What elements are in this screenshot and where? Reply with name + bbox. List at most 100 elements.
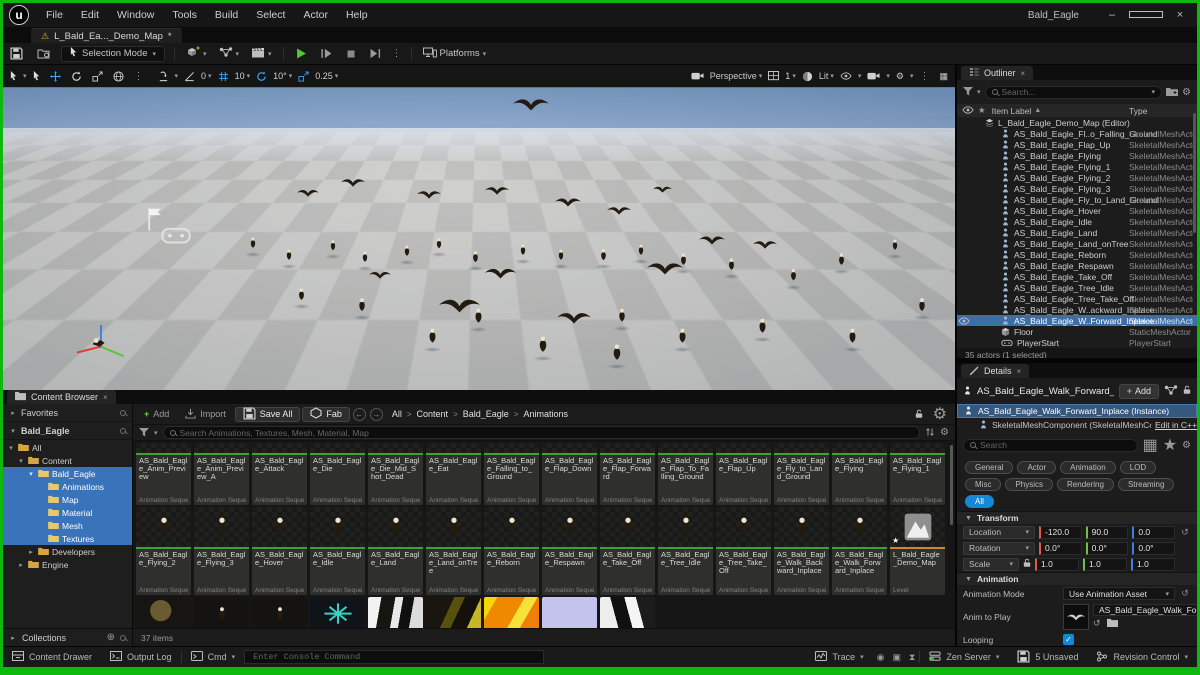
outliner-row[interactable]: AS_Bald_Eagle_Flying_2SkeletalMeshActor — [957, 172, 1197, 183]
outliner-scrollbar[interactable] — [1193, 113, 1196, 233]
filter-chip-misc[interactable]: Misc — [965, 478, 1001, 491]
asset-tile[interactable]: AS_Bald_Eagle_Tree_Take_OffAnimation Seq… — [716, 507, 771, 595]
revision-control-dropdown[interactable]: Revision Control▾ — [1087, 651, 1197, 664]
asset-tile[interactable]: AS_Bald_Eagle_Walk_Backward_InplaceAnima… — [774, 507, 829, 595]
outliner-row[interactable]: AS_Bald_Eagle_LandSkeletalMeshActor — [957, 227, 1197, 238]
location-z-field[interactable]: 0.0 — [1132, 526, 1175, 539]
view-mode-dropdown[interactable]: Lit — [819, 71, 829, 81]
asset-tile[interactable]: AS_Bald_Eagle_Flap_UpAnimation Sequence — [716, 443, 771, 505]
outliner-row[interactable]: L_Bald_Eagle_Demo_Map (Editor) — [957, 117, 1197, 128]
details-tab[interactable]: Details × — [961, 364, 1029, 378]
asset-tile[interactable]: ★L_Bald_Eagle_Demo_MapLevel — [890, 507, 945, 595]
viewport-layout-icon[interactable] — [764, 71, 783, 80]
looping-checkbox[interactable]: ✓ — [1063, 634, 1074, 645]
sort-icon[interactable] — [925, 424, 935, 442]
scale-x-field[interactable]: 1.0 — [1035, 558, 1079, 571]
outliner-row[interactable]: AS_Bald_Eagle_FlyingSkeletalMeshActor — [957, 150, 1197, 161]
menu-file[interactable]: File — [37, 9, 72, 21]
outliner-row[interactable]: PlayerStartPlayerStart — [957, 337, 1197, 348]
favorites-section[interactable]: ▸ Favorites — [3, 404, 132, 422]
snap-offset-icon[interactable] — [180, 71, 199, 82]
asset-tile[interactable]: AS_Bald_Eagle_Flying_1Animation Sequence — [890, 443, 945, 505]
menu-build[interactable]: Build — [206, 9, 247, 21]
world-space-icon[interactable] — [109, 71, 128, 82]
outliner-column-header[interactable]: ★ Item Label ▲ Type — [957, 104, 1197, 117]
asset-search-box[interactable] — [163, 426, 921, 439]
show-flags-eye-icon[interactable] — [836, 72, 856, 80]
add-collection-icon[interactable]: ⊕ — [107, 632, 115, 643]
browse-to-asset-icon[interactable] — [1107, 618, 1118, 629]
content-icon[interactable] — [30, 48, 57, 59]
viewport-settings-gear-icon[interactable]: ⚙ — [892, 71, 908, 82]
scale-dropdown[interactable]: Scale▾ — [963, 558, 1019, 571]
transform-section-header[interactable]: ▼Transform — [957, 511, 1197, 524]
save-icon[interactable] — [3, 47, 30, 60]
surface-snap-icon[interactable] — [154, 71, 173, 82]
visibility-eye-icon[interactable] — [962, 106, 974, 116]
animation-section-header[interactable]: ▼Animation — [957, 572, 1197, 585]
asset-tile[interactable] — [252, 597, 307, 628]
asset-tile[interactable] — [136, 597, 191, 628]
platforms-dropdown[interactable]: Platforms ▾ — [417, 47, 493, 61]
anim-asset-dropdown[interactable]: AS_Bald_Eagle_Walk_For▾ — [1093, 604, 1197, 616]
location-dropdown[interactable]: Location▾ — [963, 526, 1035, 539]
asset-tile[interactable]: AS_Bald_Eagle_Flap_DownAnimation Sequenc… — [542, 443, 597, 505]
blueprint-icon[interactable] — [1164, 382, 1178, 400]
asset-tile[interactable]: AS_Bald_Eagle_AttackAnimation Sequence — [252, 443, 307, 505]
outliner-row[interactable]: FloorStaticMeshActor — [957, 326, 1197, 337]
viewport-mode-icon[interactable] — [6, 71, 21, 82]
filter-chip-general[interactable]: General — [965, 461, 1013, 474]
asset-tile[interactable]: AS_Bald_Eagle_HoverAnimation Sequence — [252, 507, 307, 595]
animation-mode-dropdown[interactable]: Use Animation Asset▾ — [1063, 587, 1175, 600]
asset-tile[interactable] — [310, 597, 365, 628]
details-search-box[interactable] — [963, 439, 1138, 452]
location-y-field[interactable]: 90.0 — [1086, 526, 1129, 539]
component-row[interactable]: SkeletalMeshComponent (SkeletalMeshCompo… — [957, 418, 1197, 432]
close-button[interactable]: × — [1163, 9, 1197, 21]
menu-tools[interactable]: Tools — [163, 9, 206, 21]
add-actor-dropdown[interactable]: ▾ — [180, 46, 213, 61]
cmd-dropdown[interactable]: Cmd▾ — [182, 647, 245, 667]
scale-lock-icon[interactable] — [1023, 558, 1031, 570]
rotate-tool-icon[interactable] — [67, 71, 86, 82]
filter-chip-all[interactable]: All — [965, 495, 994, 508]
asset-tile[interactable]: AS_Bald_Eagle_Fly_to_Land_GroundAnimatio… — [774, 443, 829, 505]
use-selected-icon[interactable]: ↺ — [1093, 618, 1101, 629]
hourglass-icon[interactable]: ⧗ — [905, 652, 919, 663]
folder-item-bald_eagle[interactable]: ▾Bald_Eagle — [3, 467, 132, 480]
fab-button[interactable]: Fab — [302, 407, 350, 422]
view-settings-gear-icon[interactable]: ⚙ — [940, 427, 949, 438]
rotation-snap-icon[interactable] — [252, 71, 271, 82]
asset-tile[interactable]: AS_Bald_Eagle_Tree_IdleAnimation Sequenc… — [658, 507, 713, 595]
filter-chip-lod[interactable]: LOD — [1120, 461, 1156, 474]
asset-tile[interactable]: AS_Bald_Eagle_IdleAnimation Sequence — [310, 507, 365, 595]
asset-tile[interactable]: AS_Bald_Eagle_RebornAnimation Sequence — [484, 507, 539, 595]
play-from-here-button[interactable] — [314, 48, 339, 59]
lock-icon[interactable] — [911, 409, 927, 419]
select-tool-icon[interactable] — [29, 71, 44, 82]
screenshot-icon[interactable]: ▣ — [889, 652, 906, 663]
breadcrumb-content[interactable]: Content — [417, 409, 449, 419]
close-icon[interactable]: × — [1021, 69, 1026, 78]
content-settings-gear-icon[interactable]: ⚙ — [929, 404, 951, 424]
details-search-input[interactable] — [980, 440, 1131, 450]
outliner-row[interactable]: AS_Bald_Eagle_RespawnSkeletalMeshActor — [957, 260, 1197, 271]
location-x-field[interactable]: -120.0 — [1039, 526, 1082, 539]
asset-tile[interactable] — [368, 597, 423, 628]
asset-tile[interactable]: AS_Bald_Eagle_RespawnAnimation Sequence — [542, 507, 597, 595]
minimize-button[interactable]: – — [1095, 9, 1129, 21]
asset-tile[interactable]: AS_Bald_Eagle_Flying_2Animation Sequence — [136, 507, 191, 595]
play-button[interactable] — [289, 48, 314, 59]
display-options-icon[interactable]: ▦ — [1143, 435, 1158, 455]
back-icon[interactable]: ← — [353, 408, 366, 421]
grid-snap-value[interactable]: 10 — [235, 71, 245, 81]
item-label-column[interactable]: Item Label — [992, 106, 1032, 116]
asset-tile[interactable]: AS_Bald_Eagle_Land_onTreeAnimation Seque… — [426, 507, 481, 595]
scale-snap-value[interactable]: 0.25 — [315, 71, 333, 81]
asset-tile[interactable]: AS_Bald_Eagle_Flying_3Animation Sequence — [194, 507, 249, 595]
rotation-z-field[interactable]: 0.0° — [1132, 542, 1175, 555]
rotation-y-field[interactable]: 0.0° — [1086, 542, 1129, 555]
cinematics-dropdown[interactable]: ▾ — [245, 47, 278, 61]
level-tab[interactable]: ⚠ L_Bald_Ea..._Demo_Map * — [31, 28, 182, 43]
asset-tile[interactable]: AS_Bald_Eagle_Anim_PreviewAnimation Sequ… — [136, 443, 191, 505]
